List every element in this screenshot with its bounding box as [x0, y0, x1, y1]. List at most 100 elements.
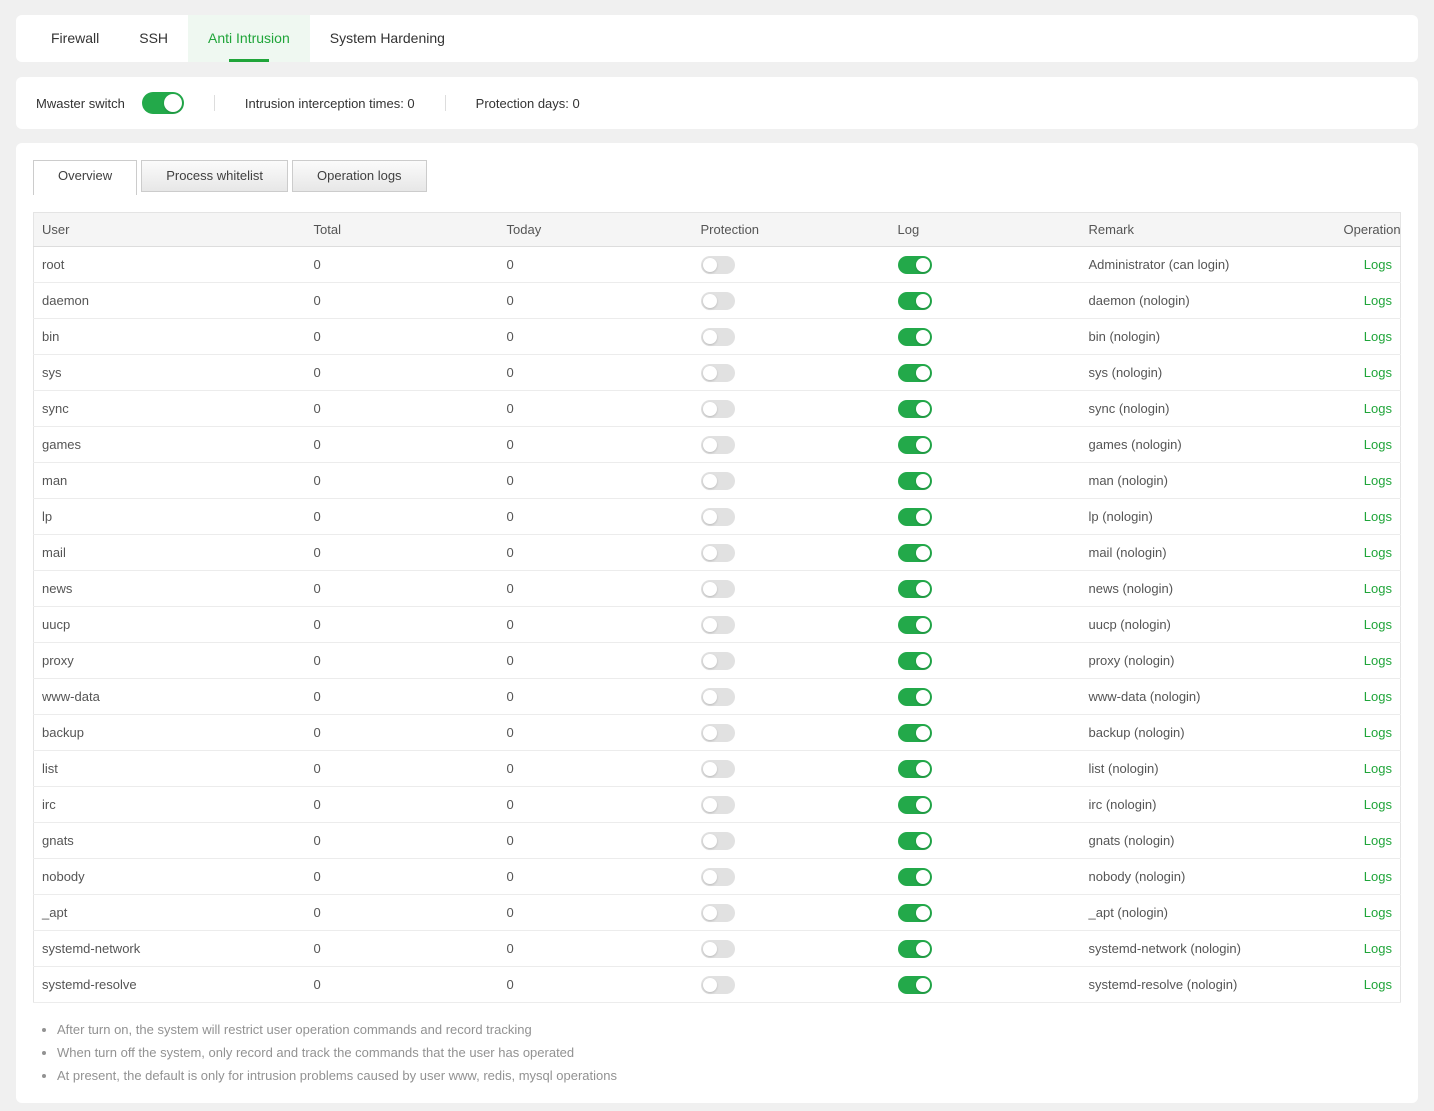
logs-link[interactable]: Logs: [1364, 761, 1392, 776]
protection-toggle[interactable]: [701, 400, 735, 418]
logs-link[interactable]: Logs: [1364, 545, 1392, 560]
master-switch-toggle[interactable]: [142, 92, 184, 114]
log-toggle[interactable]: [898, 580, 932, 598]
protection-toggle[interactable]: [701, 616, 735, 634]
user-cell: man: [34, 463, 306, 499]
logs-link[interactable]: Logs: [1364, 437, 1392, 452]
logs-link[interactable]: Logs: [1364, 689, 1392, 704]
logs-link[interactable]: Logs: [1364, 293, 1392, 308]
logs-link[interactable]: Logs: [1364, 257, 1392, 272]
today-cell: 0: [499, 427, 693, 463]
log-toggle[interactable]: [898, 400, 932, 418]
total-cell: 0: [306, 247, 499, 283]
logs-link[interactable]: Logs: [1364, 365, 1392, 380]
table-row: daemon 0 0 daemon (nologin) Logs: [34, 283, 1401, 319]
protection-toggle[interactable]: [701, 832, 735, 850]
protection-toggle[interactable]: [701, 328, 735, 346]
table-row: proxy 0 0 proxy (nologin) Logs: [34, 643, 1401, 679]
protection-toggle[interactable]: [701, 904, 735, 922]
protection-toggle[interactable]: [701, 472, 735, 490]
log-toggle[interactable]: [898, 688, 932, 706]
protection-toggle[interactable]: [701, 652, 735, 670]
protection-toggle[interactable]: [701, 508, 735, 526]
logs-link[interactable]: Logs: [1364, 941, 1392, 956]
log-toggle[interactable]: [898, 940, 932, 958]
protection-toggle[interactable]: [701, 688, 735, 706]
tab-ssh[interactable]: SSH: [119, 15, 188, 62]
logs-link[interactable]: Logs: [1364, 617, 1392, 632]
log-toggle[interactable]: [898, 868, 932, 886]
log-toggle[interactable]: [898, 436, 932, 454]
logs-link[interactable]: Logs: [1364, 869, 1392, 884]
today-cell: 0: [499, 319, 693, 355]
today-cell: 0: [499, 571, 693, 607]
protection-toggle[interactable]: [701, 436, 735, 454]
log-toggle[interactable]: [898, 508, 932, 526]
logs-link[interactable]: Logs: [1364, 581, 1392, 596]
user-cell: nobody: [34, 859, 306, 895]
tab-ssh-label: SSH: [139, 30, 168, 46]
protection-toggle[interactable]: [701, 796, 735, 814]
remark-cell: man (nologin): [1081, 463, 1336, 499]
today-cell: 0: [499, 535, 693, 571]
subtab-overview[interactable]: Overview: [33, 160, 137, 195]
subtab-operation-logs[interactable]: Operation logs: [292, 160, 427, 192]
tab-system-hardening[interactable]: System Hardening: [310, 15, 465, 62]
table-row: news 0 0 news (nologin) Logs: [34, 571, 1401, 607]
table-row: systemd-network 0 0 systemd-network (nol…: [34, 931, 1401, 967]
total-cell: 0: [306, 679, 499, 715]
note-item: After turn on, the system will restrict …: [57, 1018, 1401, 1041]
logs-link[interactable]: Logs: [1364, 833, 1392, 848]
tab-firewall[interactable]: Firewall: [31, 15, 119, 62]
table-header-row: User Total Today Protection Log Remark O…: [34, 213, 1401, 247]
log-toggle[interactable]: [898, 724, 932, 742]
log-toggle[interactable]: [898, 256, 932, 274]
protection-toggle[interactable]: [701, 940, 735, 958]
subtab-process-whitelist-label: Process whitelist: [166, 168, 263, 183]
protection-toggle[interactable]: [701, 256, 735, 274]
log-toggle[interactable]: [898, 328, 932, 346]
total-cell: 0: [306, 355, 499, 391]
protection-toggle[interactable]: [701, 868, 735, 886]
logs-link[interactable]: Logs: [1364, 797, 1392, 812]
anti-intrusion-panel: Overview Process whitelist Operation log…: [16, 143, 1418, 1103]
tab-anti-intrusion[interactable]: Anti Intrusion: [188, 15, 310, 62]
subtab-process-whitelist[interactable]: Process whitelist: [141, 160, 288, 192]
today-cell: 0: [499, 391, 693, 427]
log-toggle[interactable]: [898, 976, 932, 994]
tab-anti-intrusion-label: Anti Intrusion: [208, 30, 290, 46]
protection-toggle[interactable]: [701, 724, 735, 742]
log-toggle[interactable]: [898, 652, 932, 670]
total-cell: 0: [306, 751, 499, 787]
log-toggle[interactable]: [898, 832, 932, 850]
logs-link[interactable]: Logs: [1364, 905, 1392, 920]
log-toggle[interactable]: [898, 292, 932, 310]
protection-toggle[interactable]: [701, 760, 735, 778]
total-cell: 0: [306, 391, 499, 427]
master-switch-label: Mwaster switch: [36, 96, 125, 111]
log-toggle[interactable]: [898, 616, 932, 634]
protection-toggle[interactable]: [701, 364, 735, 382]
log-toggle[interactable]: [898, 544, 932, 562]
table-row: sync 0 0 sync (nologin) Logs: [34, 391, 1401, 427]
log-toggle[interactable]: [898, 904, 932, 922]
log-toggle[interactable]: [898, 364, 932, 382]
logs-link[interactable]: Logs: [1364, 509, 1392, 524]
logs-link[interactable]: Logs: [1364, 473, 1392, 488]
protection-toggle[interactable]: [701, 976, 735, 994]
notes-list: After turn on, the system will restrict …: [57, 1018, 1401, 1087]
logs-link[interactable]: Logs: [1364, 725, 1392, 740]
logs-link[interactable]: Logs: [1364, 653, 1392, 668]
user-protection-table: User Total Today Protection Log Remark O…: [33, 212, 1401, 1003]
logs-link[interactable]: Logs: [1364, 977, 1392, 992]
protection-toggle[interactable]: [701, 544, 735, 562]
protection-toggle[interactable]: [701, 580, 735, 598]
log-toggle[interactable]: [898, 796, 932, 814]
protection-toggle[interactable]: [701, 292, 735, 310]
logs-link[interactable]: Logs: [1364, 401, 1392, 416]
logs-link[interactable]: Logs: [1364, 329, 1392, 344]
log-toggle[interactable]: [898, 472, 932, 490]
today-cell: 0: [499, 643, 693, 679]
total-cell: 0: [306, 607, 499, 643]
log-toggle[interactable]: [898, 760, 932, 778]
